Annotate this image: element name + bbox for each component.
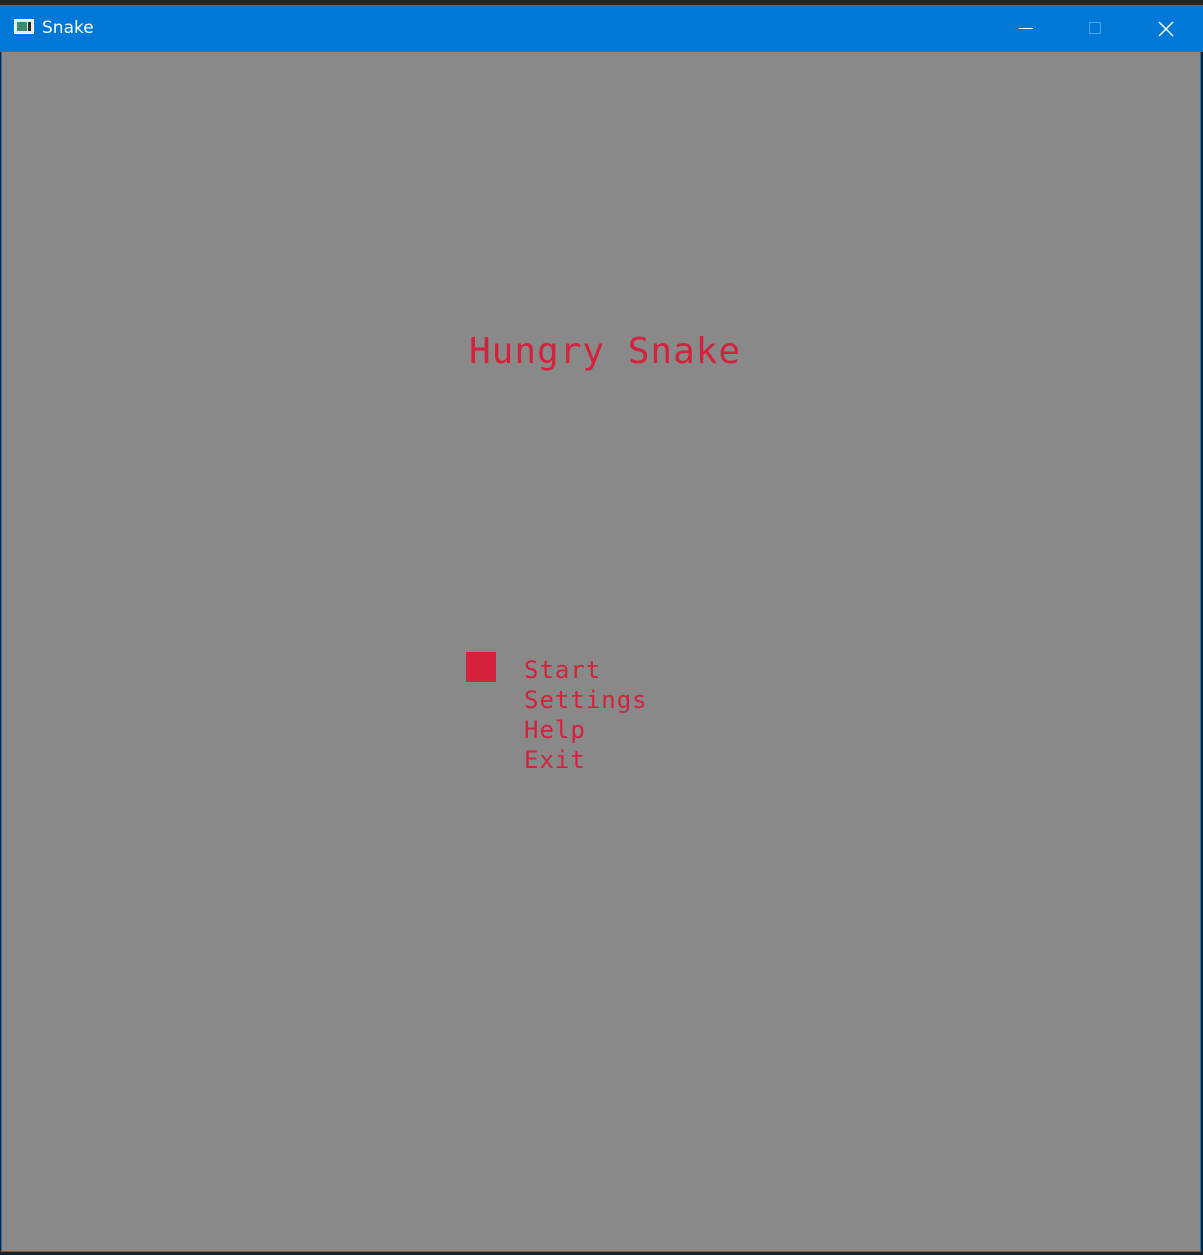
game-canvas[interactable]: Hungry Snake Start Settings Help Exit xyxy=(1,52,1201,1252)
window-title: Snake xyxy=(42,18,94,38)
menu-selection-cursor xyxy=(466,652,496,682)
app-window: Snake Hungry Snake Start Settings Help E… xyxy=(0,0,1203,1255)
menu-item-exit[interactable]: Exit xyxy=(524,745,648,775)
menu-item-help[interactable]: Help xyxy=(524,715,648,745)
app-window-icon xyxy=(14,19,34,34)
maximize-button[interactable] xyxy=(1061,5,1131,52)
game-title: Hungry Snake xyxy=(469,331,742,372)
close-icon xyxy=(1158,21,1174,37)
menu-item-start[interactable]: Start xyxy=(524,655,648,685)
title-bar[interactable]: Snake xyxy=(0,5,1203,52)
minimize-button[interactable] xyxy=(991,5,1061,52)
main-menu: Start Settings Help Exit xyxy=(524,655,648,775)
close-button[interactable] xyxy=(1131,5,1201,52)
menu-item-settings[interactable]: Settings xyxy=(524,685,648,715)
